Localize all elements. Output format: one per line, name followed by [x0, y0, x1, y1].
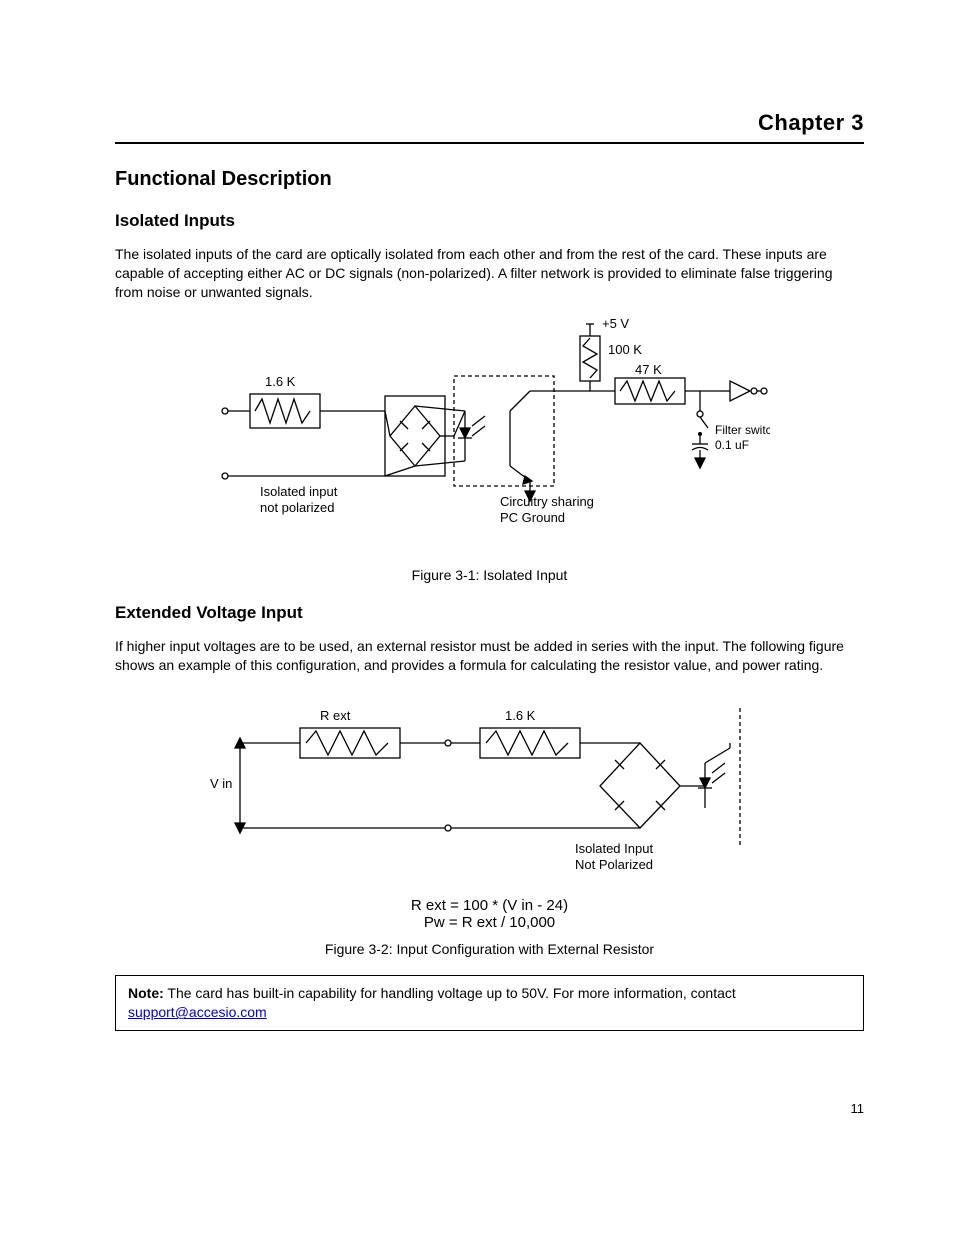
note-text: The card has built-in capability for han…	[164, 985, 736, 1001]
label-filter-cap: 0.1 uF	[715, 438, 749, 452]
figure-3-2-caption: Figure 3-2: Input Configuration with Ext…	[115, 941, 864, 957]
label-iso-b1: Isolated Input	[575, 841, 653, 856]
paragraph-extended-voltage: If higher input voltages are to be used,…	[115, 637, 864, 675]
chapter-heading: Chapter 3	[115, 110, 864, 144]
label-pcg-1: Circuitry sharing	[500, 494, 594, 509]
note-lead: Note:	[128, 985, 164, 1001]
label-rext: R ext	[320, 708, 351, 723]
label-iso-input-2: not polarized	[260, 500, 334, 515]
section-title-functional-description: Functional Description	[115, 168, 864, 191]
label-1-6k: 1.6 K	[265, 374, 296, 389]
page-number: 11	[115, 1101, 864, 1116]
label-plus5v: +5 V	[602, 316, 629, 331]
equation-rext: R ext = 100 * (V in - 24)	[115, 897, 864, 914]
label-47k: 47 K	[635, 362, 662, 377]
figure-3-1: 1.6 K +5 V 100 K 47 K Isolated input not…	[115, 316, 864, 583]
support-email-link[interactable]: support@accesio.com	[128, 1004, 267, 1020]
label-vin: V in	[210, 776, 232, 791]
paragraph-isolated-inputs: The isolated inputs of the card are opti…	[115, 245, 864, 302]
equation-pw: Pw = R ext / 10,000	[115, 914, 864, 931]
label-100k: 100 K	[608, 342, 642, 357]
note-box: Note: The card has built-in capability f…	[115, 975, 864, 1031]
label-iso-b2: Not Polarized	[575, 857, 653, 872]
label-filter-switch: Filter switch	[715, 423, 770, 437]
label-1-6k-b: 1.6 K	[505, 708, 536, 723]
figure-3-1-caption: Figure 3-1: Isolated Input	[115, 567, 864, 583]
label-iso-input-1: Isolated input	[260, 484, 338, 499]
label-pcg-2: PC Ground	[500, 510, 565, 525]
figure-3-2: R ext 1.6 K V in Isolated Input Not Pola…	[115, 688, 864, 957]
subsection-title-isolated-inputs: Isolated Inputs	[115, 211, 864, 231]
subsection-title-extended-voltage: Extended Voltage Input	[115, 603, 864, 623]
